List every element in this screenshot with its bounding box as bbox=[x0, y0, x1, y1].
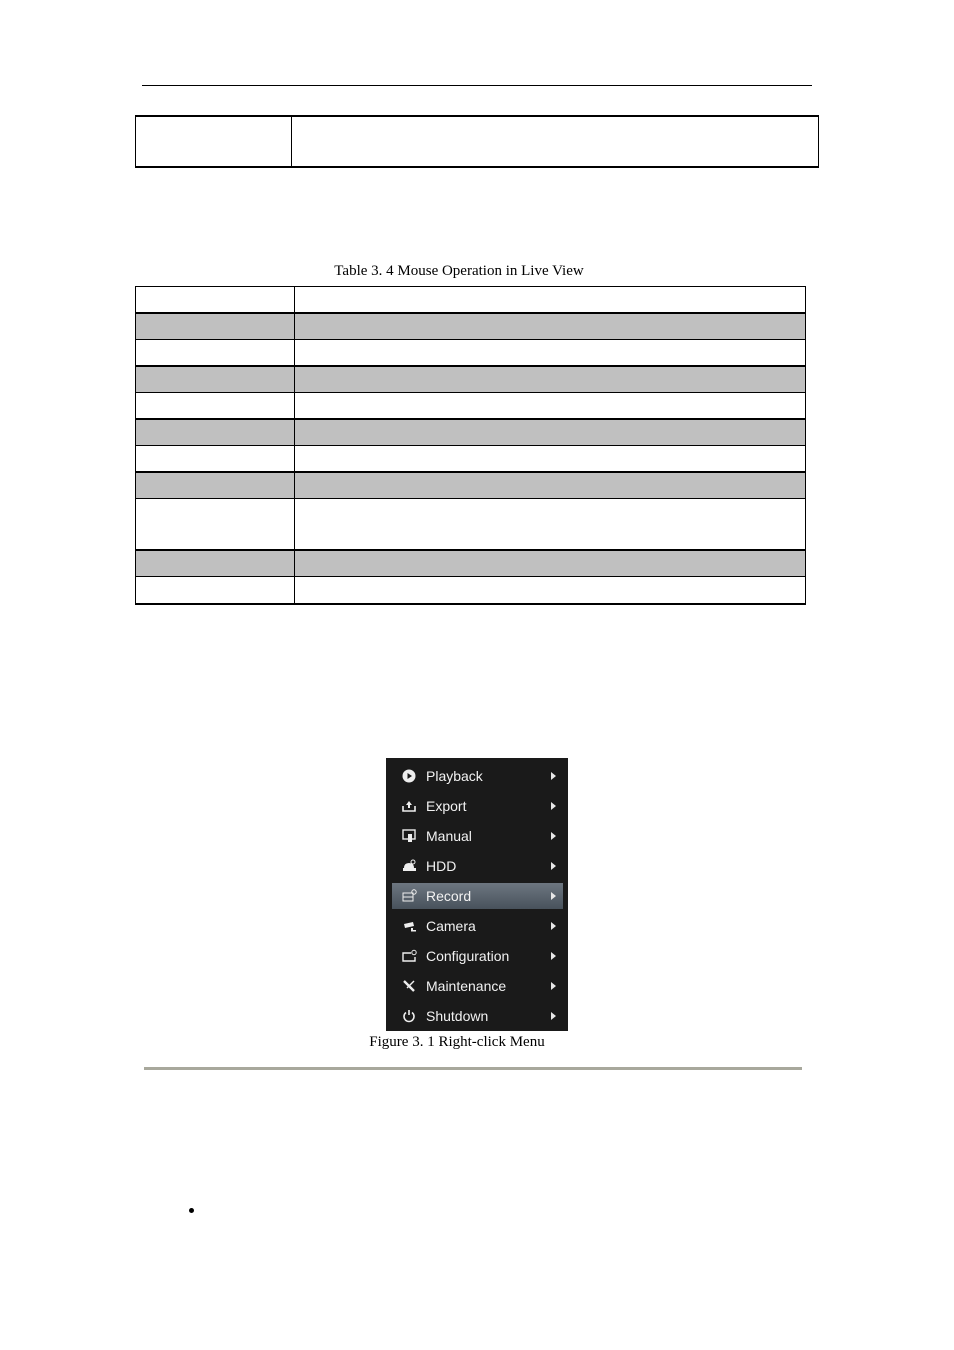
manual-icon bbox=[400, 827, 418, 845]
table-cell-function bbox=[294, 312, 806, 340]
menu-item-label: Shutdown bbox=[426, 1008, 489, 1024]
bullet-point bbox=[189, 1208, 194, 1213]
table-cell-operation bbox=[135, 339, 295, 367]
submenu-arrow-icon bbox=[551, 892, 556, 900]
submenu-arrow-icon bbox=[551, 922, 556, 930]
menu-item-label: Record bbox=[426, 888, 472, 904]
table-cell-operation bbox=[135, 549, 295, 577]
power-icon bbox=[400, 1007, 418, 1025]
hdd-icon bbox=[400, 857, 418, 875]
configuration-icon bbox=[400, 947, 418, 965]
table-column-divider bbox=[291, 117, 292, 166]
section-rule bbox=[144, 1067, 802, 1070]
table-row bbox=[135, 576, 806, 605]
table-cell-function bbox=[294, 471, 806, 499]
menu-item-label: Camera bbox=[426, 918, 476, 934]
menu-item-playback[interactable]: Playback bbox=[392, 763, 563, 789]
menu-item-label: Manual bbox=[426, 828, 472, 844]
table-row bbox=[135, 418, 806, 446]
header-rule bbox=[142, 85, 812, 86]
continued-table bbox=[135, 115, 819, 168]
menu-item-label: HDD bbox=[426, 858, 457, 874]
export-icon bbox=[400, 797, 418, 815]
table-row bbox=[135, 549, 806, 577]
table-cell-function bbox=[294, 498, 806, 551]
menu-item-configuration[interactable]: Configuration bbox=[392, 943, 563, 969]
menu-item-label: Configuration bbox=[426, 948, 510, 964]
menu-item-label: Maintenance bbox=[426, 978, 507, 994]
table-cell-function bbox=[294, 392, 806, 420]
table-cell-function bbox=[294, 576, 806, 605]
submenu-arrow-icon bbox=[551, 982, 556, 990]
mouse-operation-table bbox=[135, 286, 806, 605]
table-row bbox=[135, 498, 806, 551]
table-cell-operation bbox=[135, 576, 295, 605]
table-cell-operation bbox=[135, 286, 295, 314]
table-cell-operation bbox=[135, 392, 295, 420]
table-row bbox=[135, 339, 806, 367]
menu-item-export[interactable]: Export bbox=[392, 793, 563, 819]
table-cell-operation bbox=[135, 365, 295, 393]
play-icon bbox=[400, 767, 418, 785]
menu-item-shutdown[interactable]: Shutdown bbox=[392, 1003, 563, 1029]
table-row bbox=[135, 471, 806, 499]
camera-icon bbox=[400, 917, 418, 935]
submenu-arrow-icon bbox=[551, 802, 556, 810]
table-row bbox=[135, 445, 806, 473]
table-row bbox=[135, 392, 806, 420]
maintenance-icon bbox=[400, 977, 418, 995]
submenu-arrow-icon bbox=[551, 1012, 556, 1020]
table-row bbox=[135, 365, 806, 393]
menu-item-camera[interactable]: Camera bbox=[392, 913, 563, 939]
table-cell-function bbox=[294, 286, 806, 314]
menu-item-label: Export bbox=[426, 798, 467, 814]
table-cell-operation bbox=[135, 498, 295, 551]
submenu-arrow-icon bbox=[551, 832, 556, 840]
menu-item-manual[interactable]: Manual bbox=[392, 823, 563, 849]
menu-item-record[interactable]: Record bbox=[392, 883, 563, 909]
table-cell-operation bbox=[135, 471, 295, 499]
menu-item-maintenance[interactable]: Maintenance bbox=[392, 973, 563, 999]
table-caption: Table 3. 4 Mouse Operation in Live View bbox=[334, 263, 584, 279]
figure-caption: Figure 3. 1 Right-click Menu bbox=[369, 1034, 545, 1050]
menu-item-hdd[interactable]: HDD bbox=[392, 853, 563, 879]
submenu-arrow-icon bbox=[551, 772, 556, 780]
submenu-arrow-icon bbox=[551, 952, 556, 960]
right-click-menu: Playback Export Manual HDD Record Camera Confi… bbox=[386, 758, 568, 1031]
table-cell-operation bbox=[135, 312, 295, 340]
table-cell-operation bbox=[135, 445, 295, 473]
table-cell-function bbox=[294, 445, 806, 473]
table-row bbox=[135, 312, 806, 340]
record-icon bbox=[400, 887, 418, 905]
table-cell-operation bbox=[135, 418, 295, 446]
table-cell-function bbox=[294, 418, 806, 446]
table-row bbox=[135, 286, 806, 314]
table-cell-function bbox=[294, 365, 806, 393]
submenu-arrow-icon bbox=[551, 862, 556, 870]
table-cell-function bbox=[294, 339, 806, 367]
table-cell-function bbox=[294, 549, 806, 577]
menu-item-label: Playback bbox=[426, 768, 483, 784]
